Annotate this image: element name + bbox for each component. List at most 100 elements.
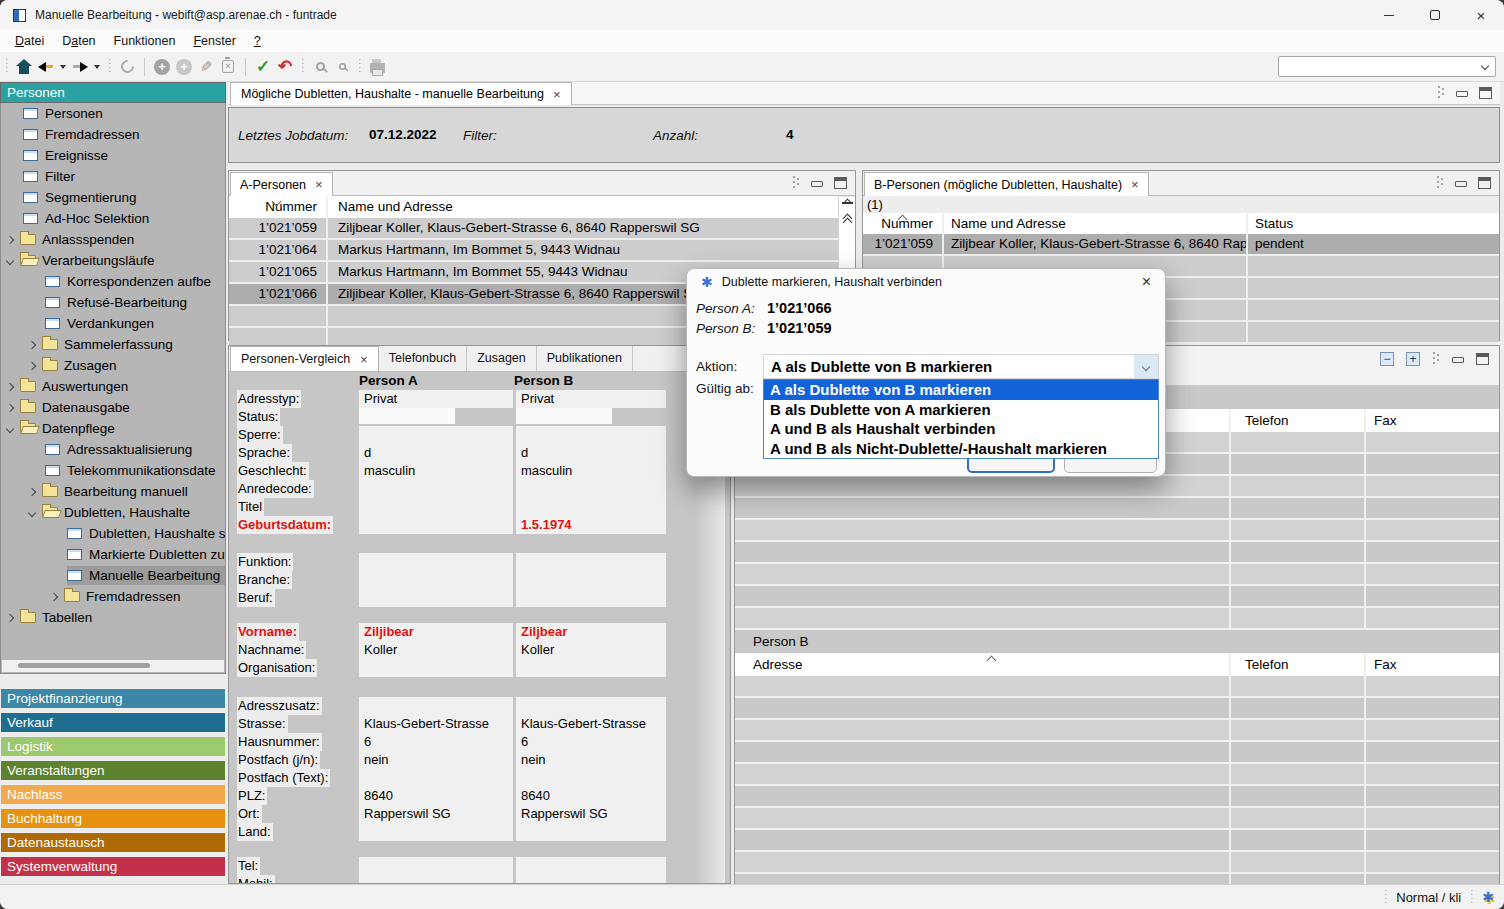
chevron-expanded-icon[interactable] xyxy=(6,424,14,432)
menu-item-?[interactable]: ? xyxy=(245,30,270,52)
chevron-collapsed-icon[interactable] xyxy=(6,235,14,243)
tree-item-adressaktualisierung[interactable]: Adressaktualisierung xyxy=(1,439,225,460)
tree-item-personen[interactable]: Personen xyxy=(1,103,225,124)
dialog-close-icon[interactable]: × xyxy=(1142,273,1151,291)
toolbar-combobox[interactable] xyxy=(1278,56,1496,77)
search-icon[interactable] xyxy=(309,56,331,78)
tree-item-ad-hoc-selektion[interactable]: Ad-Hoc Selektion xyxy=(1,208,225,229)
undo-icon[interactable]: ↶ xyxy=(274,56,296,78)
column-header-nummer[interactable]: Nummer xyxy=(863,213,942,234)
edit-icon[interactable]: ✎ xyxy=(195,56,217,78)
tab-close-icon[interactable]: × xyxy=(315,177,323,192)
print-icon[interactable] xyxy=(366,56,388,78)
tree-item-ereignisse[interactable]: Ereignisse xyxy=(1,145,225,166)
pane-minimize-icon[interactable] xyxy=(1456,91,1468,97)
tab-close-icon[interactable]: × xyxy=(1131,177,1139,192)
window-minimize-button[interactable] xyxy=(1366,0,1412,30)
menu-item-datei[interactable]: Datei xyxy=(6,30,53,52)
copy-icon[interactable]: + xyxy=(173,56,195,78)
forward-icon[interactable] xyxy=(69,56,91,78)
column-header-name[interactable]: Name und Adresse xyxy=(326,196,838,218)
table-row[interactable]: 1’021’064Markus Hartmann, Im Bommet 5, 9… xyxy=(229,240,838,262)
column-header-nummer[interactable]: Nummer xyxy=(229,196,326,218)
chevron-collapsed-icon[interactable] xyxy=(28,340,36,348)
module-datenaustausch[interactable]: Datenaustausch xyxy=(0,832,226,853)
pane-grip-icon[interactable] xyxy=(1437,86,1445,100)
back-dropdown-icon[interactable] xyxy=(60,65,66,69)
tree-item-anlassspenden[interactable]: Anlassspenden xyxy=(1,229,225,250)
tree-item-telekommunikationsdate[interactable]: Telekommunikationsdate xyxy=(1,460,225,481)
tree-item-datenausgabe[interactable]: Datenausgabe xyxy=(1,397,225,418)
column-header-status[interactable]: Status xyxy=(1246,213,1499,234)
tree-item-bearbeitung-manuell[interactable]: Bearbeitung manuell xyxy=(1,481,225,502)
pane-minimize-icon[interactable] xyxy=(1452,357,1464,363)
tree-item-sammelerfassung[interactable]: Sammelerfassung xyxy=(1,334,225,355)
module-projektfinanzierung[interactable]: Projektfinanzierung xyxy=(0,688,226,709)
column-header-fax[interactable]: Fax xyxy=(1364,653,1499,676)
pane-grip-icon[interactable] xyxy=(1436,176,1444,190)
table-row[interactable]: 1’021’059Ziljbear Koller, Klaus-Gebert-S… xyxy=(863,234,1499,256)
dropdown-option[interactable]: A als Dublette von B markieren xyxy=(764,380,1158,400)
tree-item-dubletten-haushalte[interactable]: Dubletten, Haushalte xyxy=(1,502,225,523)
module-buchhaltung[interactable]: Buchhaltung xyxy=(0,808,226,829)
tab-moegliche-dubletten[interactable]: Mögliche Dubletten, Haushalte - manuelle… xyxy=(230,82,572,105)
tree-item-segmentierung[interactable]: Segmentierung xyxy=(1,187,225,208)
column-header-fax[interactable]: Fax xyxy=(1364,409,1499,432)
tab-publikationen[interactable]: Publikationen xyxy=(537,346,633,371)
pane-minimize-icon[interactable] xyxy=(811,181,823,187)
chevron-collapsed-icon[interactable] xyxy=(6,403,14,411)
menu-item-fenster[interactable]: Fenster xyxy=(184,30,244,52)
confirm-icon[interactable]: ✓ xyxy=(252,56,274,78)
forward-dropdown-icon[interactable] xyxy=(94,65,100,69)
pane-maximize-icon[interactable] xyxy=(834,177,847,189)
tree-item-refus-bearbeitung[interactable]: Refusé-Bearbeitung xyxy=(1,292,225,313)
tree-item-markierte-dubletten-zu[interactable]: Markierte Dubletten zu xyxy=(1,544,225,565)
tab-zusagen[interactable]: Zusagen xyxy=(467,346,537,371)
tab-close-icon[interactable]: × xyxy=(553,84,561,105)
window-maximize-button[interactable] xyxy=(1412,0,1458,30)
pane-grip-icon[interactable] xyxy=(1432,352,1440,366)
module-veranstaltungen[interactable]: Veranstaltungen xyxy=(0,760,226,781)
tab-a-personen[interactable]: A-Personen× xyxy=(230,172,333,196)
tree-item-filter[interactable]: Filter xyxy=(1,166,225,187)
tree-item-verdankungen[interactable]: Verdankungen xyxy=(1,313,225,334)
tree-item-tabellen[interactable]: Tabellen xyxy=(1,607,225,628)
sidebar-header-personen[interactable]: Personen xyxy=(0,82,226,103)
expand-all-icon[interactable]: + xyxy=(1406,352,1420,366)
column-header-telefon[interactable]: Telefon xyxy=(1229,653,1364,676)
refresh-icon[interactable] xyxy=(116,56,138,78)
tree-item-korrespondenzen-aufbe[interactable]: Korrespondenzen aufbe xyxy=(1,271,225,292)
search-small-icon[interactable] xyxy=(331,56,353,78)
tree-item-fremdadressen[interactable]: Fremdadressen xyxy=(1,124,225,145)
add-icon[interactable]: + xyxy=(151,56,173,78)
column-header-name[interactable]: Name und Adresse xyxy=(942,213,1246,234)
tab-close-icon[interactable]: × xyxy=(360,347,368,372)
tab-personen-vergleich[interactable]: Personen-Vergleich× xyxy=(230,346,379,371)
menu-item-daten[interactable]: Daten xyxy=(53,30,104,52)
chevron-collapsed-icon[interactable] xyxy=(6,613,14,621)
chevron-collapsed-icon[interactable] xyxy=(28,361,36,369)
scroll-top-icon[interactable] xyxy=(842,202,853,207)
chevron-collapsed-icon[interactable] xyxy=(50,592,58,600)
collapse-all-icon[interactable]: − xyxy=(1380,352,1394,366)
tree-item-datenpflege[interactable]: Datenpflege xyxy=(1,418,225,439)
tree-item-fremdadressen[interactable]: Fremdadressen xyxy=(1,586,225,607)
combobox-dropdown-button[interactable] xyxy=(1134,355,1158,378)
menu-item-funktionen[interactable]: Funktionen xyxy=(105,30,185,52)
aktion-combobox[interactable]: A als Dublette von B markieren xyxy=(763,354,1159,379)
tree-scrollbar[interactable] xyxy=(2,660,224,672)
tab-telefonbuch[interactable]: Telefonbuch xyxy=(379,346,467,371)
pane-minimize-icon[interactable] xyxy=(1455,181,1467,187)
dropdown-option[interactable]: B als Dublette von A markieren xyxy=(764,400,1158,420)
home-icon[interactable] xyxy=(13,56,35,78)
chevron-expanded-icon[interactable] xyxy=(28,508,36,516)
module-systemverwaltung[interactable]: Systemverwaltung xyxy=(0,856,226,877)
pane-maximize-icon[interactable] xyxy=(1479,87,1492,99)
back-icon[interactable] xyxy=(35,56,57,78)
pane-maximize-icon[interactable] xyxy=(1476,353,1489,365)
tree-item-dubletten-haushalte-s[interactable]: Dubletten, Haushalte s xyxy=(1,523,225,544)
scroll-page-up-icon[interactable] xyxy=(844,215,851,226)
chevron-collapsed-icon[interactable] xyxy=(28,487,36,495)
dropdown-option[interactable]: A und B als Haushalt verbinden xyxy=(764,419,1158,439)
dropdown-option[interactable]: A und B als Nicht-Dublette/-Haushalt mar… xyxy=(764,439,1158,459)
